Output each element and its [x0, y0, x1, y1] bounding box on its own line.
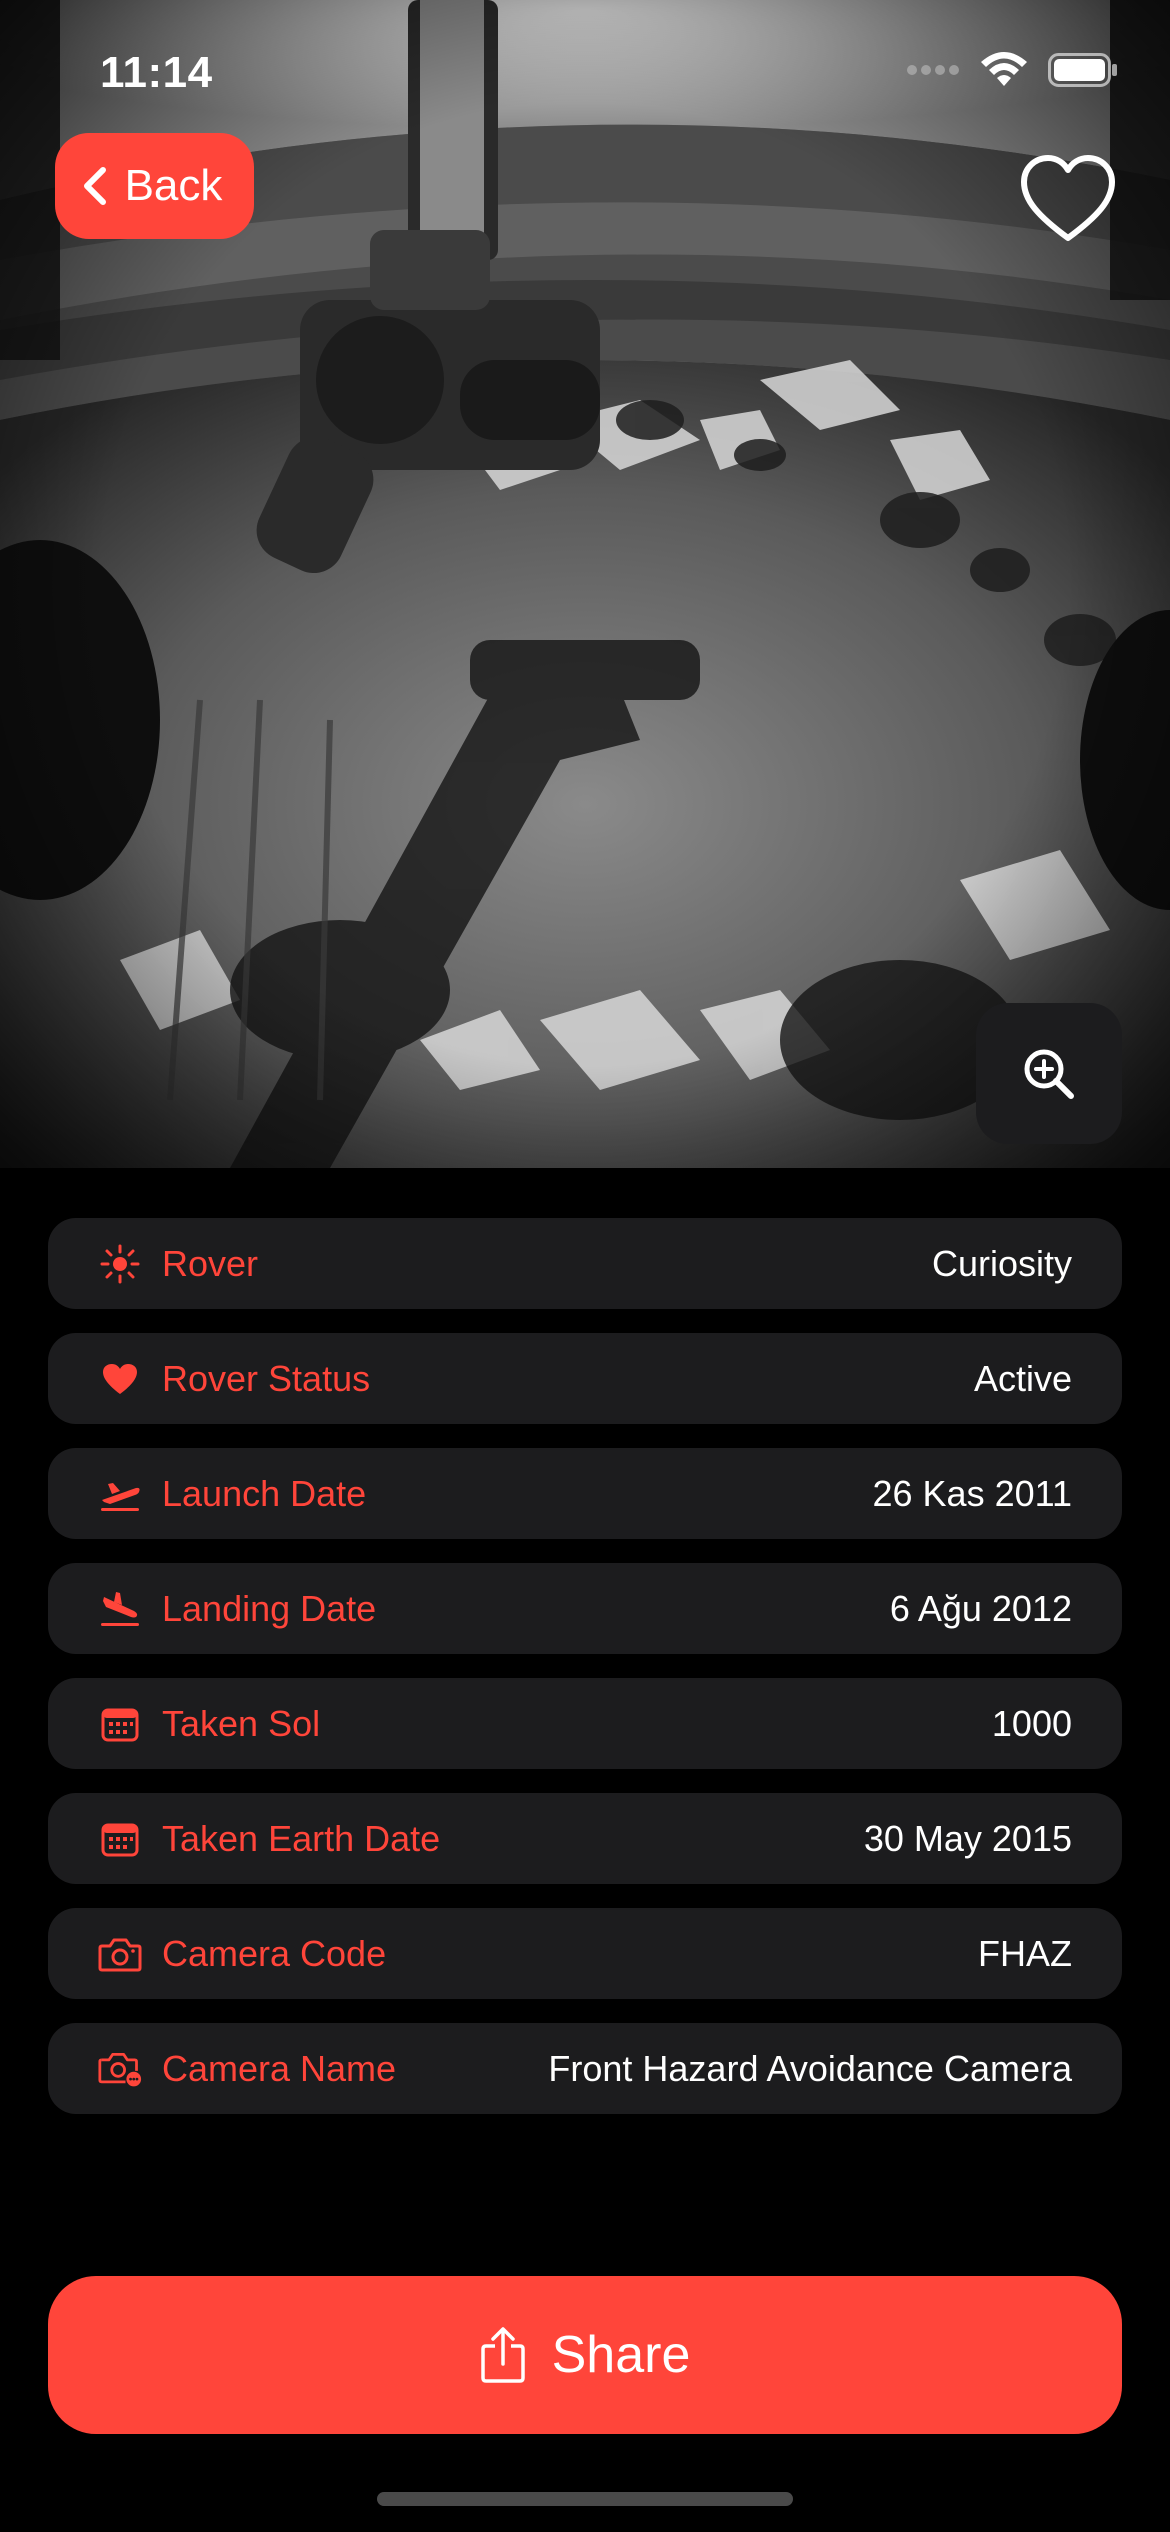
cellular-signal-icon [907, 65, 959, 75]
detail-label: Rover Status [162, 1357, 371, 1399]
sun-icon [98, 1242, 142, 1286]
calendar-icon [98, 1817, 142, 1861]
camera-badge-icon [98, 2047, 142, 2091]
detail-row-landing-date: Landing Date 6 Ağu 2012 [48, 1563, 1122, 1654]
heart-icon [98, 1357, 142, 1401]
wifi-icon [981, 52, 1027, 86]
detail-row-camera-code: Camera Code FHAZ [48, 1908, 1122, 1999]
detail-row-launch-date: Launch Date 26 Kas 2011 [48, 1448, 1122, 1539]
detail-row-rover-status: Rover Status Active [48, 1333, 1122, 1424]
detail-value: 26 Kas 2011 [872, 1472, 1073, 1514]
zoom-in-icon [1024, 1049, 1074, 1099]
status-icons [906, 52, 1118, 88]
detail-label: Landing Date [162, 1587, 377, 1629]
airplane-departure-icon [98, 1472, 142, 1516]
back-button-label: Back [124, 161, 223, 210]
heart-outline-icon [1021, 155, 1115, 241]
detail-value: 6 Ağu 2012 [889, 1587, 1072, 1629]
detail-label: Taken Sol [162, 1702, 321, 1744]
share-button-label: Share [551, 2326, 691, 2384]
home-indicator[interactable] [377, 2492, 793, 2506]
detail-row-rover: Rover Curiosity [48, 1218, 1122, 1309]
detail-value: Curiosity [931, 1242, 1072, 1284]
chevron-left-icon [83, 167, 106, 205]
detail-label: Taken Earth Date [162, 1817, 441, 1859]
detail-row-taken-sol: Taken Sol 1000 [48, 1678, 1122, 1769]
back-button[interactable]: Back [55, 133, 254, 239]
share-icon [480, 2327, 525, 2383]
detail-value: Active [973, 1357, 1072, 1399]
camera-icon [98, 1932, 142, 1976]
share-button[interactable]: Share [48, 2276, 1122, 2434]
detail-value: 30 May 2015 [863, 1817, 1072, 1859]
favorite-button[interactable] [1018, 150, 1118, 250]
airplane-arrival-icon [98, 1587, 142, 1631]
rover-photo[interactable]: 11:14 Back [0, 0, 1170, 1168]
detail-value: FHAZ [978, 1932, 1072, 1974]
detail-label: Rover [162, 1242, 259, 1284]
detail-label: Camera Code [162, 1932, 387, 1974]
detail-value: 1000 [991, 1702, 1072, 1744]
calendar-icon [98, 1702, 142, 1746]
battery-icon [1048, 53, 1117, 87]
detail-value: Front Hazard Avoidance Camera [548, 2047, 1072, 2089]
detail-row-taken-earth-date: Taken Earth Date 30 May 2015 [48, 1793, 1122, 1884]
detail-row-camera-name: Camera Name Front Hazard Avoidance Camer… [48, 2023, 1122, 2114]
detail-label: Camera Name [162, 2047, 397, 2089]
status-time: 11:14 [100, 48, 213, 97]
zoom-button[interactable] [976, 1003, 1122, 1144]
detail-label: Launch Date [162, 1472, 367, 1514]
